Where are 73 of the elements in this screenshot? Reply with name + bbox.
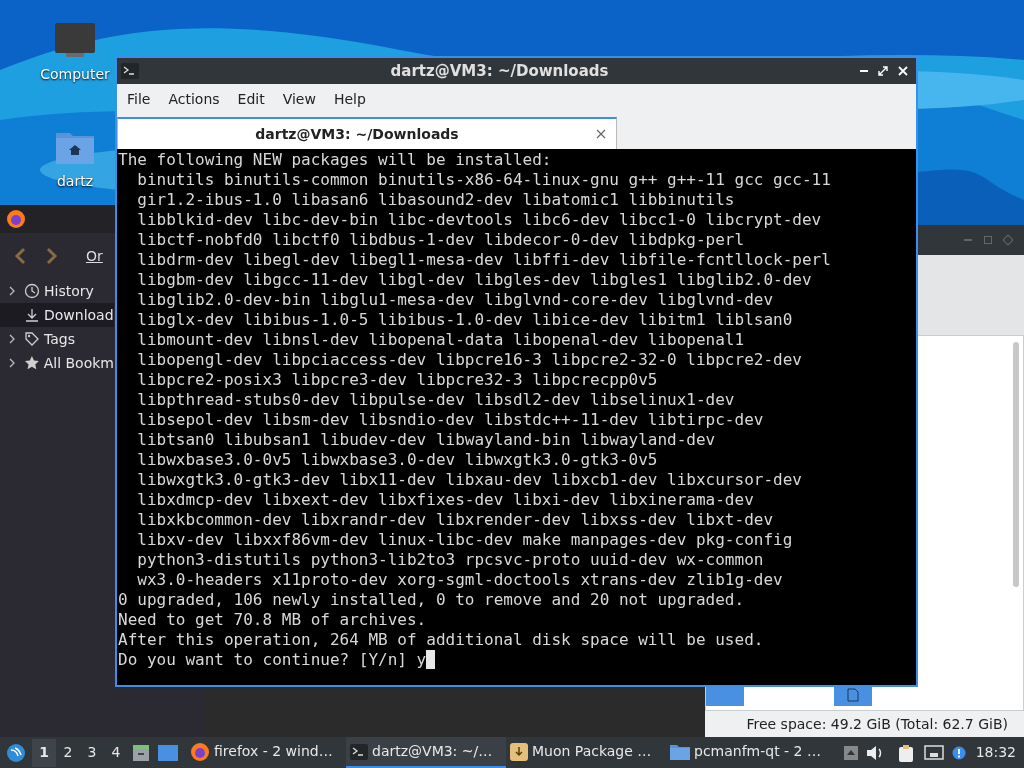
file-cabinet-icon[interactable]: [132, 743, 150, 762]
star-icon: [23, 355, 40, 371]
terminal-line: wx3.0-headers x11proto-dev xorg-sgml-doctools xtrans-dev zlib1g-dev: [136, 570, 783, 590]
terminal-line: libdrm-dev libegl-dev libegl1-mesa-dev libffi-dev libfile-fcntllock-perl: [136, 250, 831, 270]
download-icon: [24, 307, 40, 323]
terminal-line: python3-distutils python3-lib2to3 rpcsvc-proto uuid-dev wx-common: [136, 550, 764, 570]
menu-item[interactable]: File: [119, 89, 159, 110]
firefox-icon: [190, 741, 210, 762]
tree-item[interactable]: All Bookm: [0, 351, 114, 375]
menu-item[interactable]: Edit: [229, 89, 273, 110]
free-space-status: Free space: 49.2 GiB (Total: 62.7 GiB): [746, 714, 1008, 734]
clock-icon: [24, 283, 40, 299]
monitor-icon[interactable]: [54, 22, 96, 60]
expander-icon[interactable]: [8, 358, 16, 368]
tree-item[interactable]: Download: [0, 303, 114, 327]
taskbar-button[interactable]: Muon Package …: [506, 737, 666, 768]
terminal-line: libpthread-stubs0-dev libpulse-dev libsdl2-dev libselinux1-dev: [136, 390, 735, 410]
tag-icon: [24, 331, 40, 347]
workspace-switch[interactable]: 1: [32, 738, 56, 767]
terminal-line: libxv-dev libxxf86vm-dev linux-libc-dev make manpages-dev pkg-config: [136, 530, 793, 550]
show-desktop-icon[interactable]: [158, 744, 178, 761]
clock[interactable]: 18:32: [975, 742, 1016, 763]
notification-icon[interactable]: [951, 745, 966, 760]
organize-menu[interactable]: Or: [86, 245, 103, 267]
file-icon[interactable]: [847, 688, 859, 702]
cursor: [426, 650, 436, 669]
scrollbar[interactable]: [1013, 342, 1019, 587]
clipboard-icon[interactable]: [897, 743, 914, 762]
terminal-line: After this operation, 264 MB of additional disk space will be used.: [118, 630, 764, 650]
terminal-line: Need to get 70.8 MB of archives.: [118, 610, 427, 630]
terminal-line: libopengl-dev libpciaccess-dev libpcre16-3 libpcre2-32-0 libpcre2-dev: [136, 350, 802, 370]
terminal-icon: [121, 63, 139, 79]
terminal-line: libglib2.0-dev-bin libglu1-mesa-dev libglvnd-core-dev libglvnd-dev: [136, 290, 774, 310]
terminal-line: libblkid-dev libc-dev-bin libc-devtools libc6-dev libcc1-0 libcrypt-dev: [136, 210, 822, 230]
terminal-line: libglx-dev libibus-1.0-5 libibus-1.0-dev libice-dev libitm1 liblsan0: [136, 310, 793, 330]
terminal-icon: [350, 743, 368, 760]
terminal-line: libpcre2-posix3 libpcre3-dev libpcre32-3 libpcrecpp0v5: [136, 370, 658, 390]
tree-item[interactable]: History: [0, 279, 114, 303]
menu-item[interactable]: View: [274, 89, 324, 110]
menu-item[interactable]: Help: [325, 89, 374, 110]
taskbar-button[interactable]: pcmanfm-qt - 2 …: [666, 737, 826, 768]
terminal-line: libmount-dev libnsl-dev libopenal-data libopenal-dev libopenal1: [136, 330, 745, 350]
workspace-switch[interactable]: 3: [80, 738, 104, 767]
terminal-line: binutils binutils-common binutils-x86-64-linux-gnu g++ g++-11 gcc gcc-11: [136, 170, 831, 190]
expander-icon[interactable]: [8, 334, 16, 344]
terminal-line: The following NEW packages will be installed:: [118, 150, 552, 170]
taskbar-button[interactable]: dartz@VM3: ~/…: [346, 737, 506, 768]
terminal-line: libwxbase3.0-0v5 libwxbase3.0-dev libwxgtk3.0-gtk3-0v5: [136, 450, 658, 470]
folder-icon: [670, 743, 690, 760]
terminal-line: libctf-nobfd0 libctf0 libdbus-1-dev libdecor-0-dev libdpkg-perl: [136, 230, 745, 250]
terminal-tab[interactable]: dartz@VM3: ~/Downloads: [117, 117, 617, 149]
expander-icon[interactable]: [8, 286, 16, 296]
terminal-line: libtsan0 libubsan1 libudev-dev libwayland-bin libwayland-dev: [136, 430, 716, 450]
terminal-line: gir1.2-ibus-1.0 libasan6 libasound2-dev libatomic1 libbinutils: [136, 190, 735, 210]
workspace-switch[interactable]: 2: [56, 738, 80, 767]
package-icon: [510, 742, 528, 761]
speaker-icon[interactable]: [865, 744, 884, 761]
terminal-line: libwxgtk3.0-gtk3-dev libx11-dev libxau-dev libxcb1-dev libxcursor-dev: [136, 470, 802, 490]
tree-item[interactable]: Tags: [0, 327, 114, 351]
firefox-icon: [6, 209, 26, 229]
terminal-line: libgbm-dev libgcc-11-dev libgl-dev libgles-dev libgles1 libglib2.0-dev: [136, 270, 812, 290]
window-title: dartz@VM3: ~/Downloads: [389, 60, 610, 82]
terminal-line: Do you want to continue? [Y/n] y: [118, 650, 427, 670]
close-tab-icon[interactable]: [596, 129, 606, 139]
terminal-line: libsepol-dev libsm-dev libsndio-dev libstdc++-11-dev libtirpc-dev: [136, 410, 764, 430]
menu-item[interactable]: Actions: [160, 89, 228, 110]
workspace-switch[interactable]: 4: [104, 738, 128, 767]
start-menu-icon[interactable]: [6, 742, 26, 763]
network-icon[interactable]: [923, 744, 944, 761]
terminal-line: libxkbcommon-dev libxrandr-dev libxrender-dev libxss-dev libxt-dev: [136, 510, 774, 530]
taskbar-button[interactable]: firefox - 2 wind…: [186, 737, 346, 768]
terminal-line: libxdmcp-dev libxext-dev libxfixes-dev libxi-dev libxinerama-dev: [136, 490, 754, 510]
terminal-line: 0 upgraded, 106 newly installed, 0 to remove and 20 not upgraded.: [118, 590, 745, 610]
